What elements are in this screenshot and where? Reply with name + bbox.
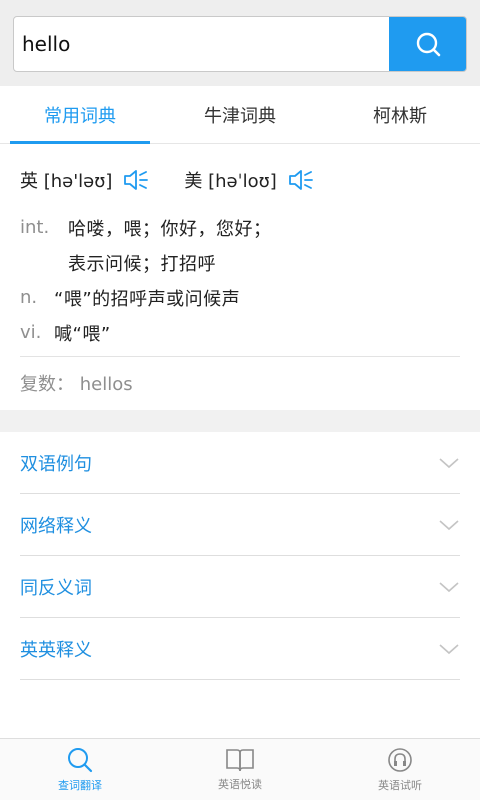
listen-icon (388, 748, 412, 772)
search-bar (0, 0, 480, 86)
dictionary-tabs: 常用词典 牛津词典 柯林斯 (0, 86, 480, 144)
definition-row: n. “喂”的招呼声或问候声 (20, 280, 460, 315)
definition-row: 表示问候；打招呼 (20, 245, 460, 280)
section-label: 同反义词 (20, 577, 92, 599)
section-bilingual-examples[interactable]: 双语例句 (20, 432, 460, 494)
section-label: 双语例句 (20, 453, 92, 475)
tab-label: 柯林斯 (373, 105, 427, 127)
search-button[interactable] (389, 17, 466, 71)
expandable-sections: 双语例句 网络释义 同反义词 英英释义 (0, 432, 480, 680)
search-icon (416, 32, 440, 57)
part-of-speech: n. (20, 287, 38, 308)
nav-label: 英语试听 (378, 779, 422, 792)
uk-phonetic-text: 英 [hə'ləʊ] (20, 171, 113, 192)
part-of-speech: int. (20, 217, 50, 238)
nav-label: 英语悦读 (218, 778, 262, 791)
section-label: 英英释义 (20, 639, 92, 661)
book-icon (226, 749, 254, 772)
section-english-definitions[interactable]: 英英释义 (20, 618, 460, 680)
bottom-nav: 查词翻译 英语悦读 英语试听 (0, 738, 480, 800)
tab-common-dictionary[interactable]: 常用词典 (0, 86, 160, 144)
divider (20, 356, 460, 357)
chevron-down-icon (438, 642, 460, 656)
definition-row: int. 哈喽，喂；你好，您好； (20, 210, 460, 245)
nav-label: 查词翻译 (58, 779, 102, 792)
phonetics: 英 [hə'ləʊ] 美 [həˈloʊ] (20, 164, 315, 196)
us-phonetic: 美 [həˈloʊ] (184, 167, 314, 193)
search-box (13, 16, 467, 72)
section-web-definitions[interactable]: 网络释义 (20, 494, 460, 556)
definition-text: 喊“喂” (54, 323, 111, 345)
uk-phonetic: 英 [hə'ləʊ] (20, 167, 150, 193)
speaker-icon[interactable] (287, 168, 315, 192)
nav-item-listening[interactable]: 英语试听 (320, 739, 480, 800)
definition-text: 哈喽，喂；你好，您好； (68, 218, 272, 240)
plural-form: 复数： hellos (20, 374, 133, 395)
chevron-down-icon (438, 456, 460, 470)
section-separator (0, 410, 480, 432)
tab-label: 牛津词典 (204, 105, 276, 127)
search-icon (68, 748, 93, 773)
definitions: int. 哈喽，喂；你好，您好； 表示问候；打招呼 n. “喂”的招呼声或问候声… (20, 210, 460, 350)
tab-oxford-dictionary[interactable]: 牛津词典 (160, 86, 320, 143)
definition-text: 表示问候；打招呼 (68, 253, 216, 275)
section-synonyms-antonyms[interactable]: 同反义词 (20, 556, 460, 618)
definition-row: vi. 喊“喂” (20, 315, 460, 350)
chevron-down-icon (438, 518, 460, 532)
tab-label: 常用词典 (44, 105, 116, 127)
part-of-speech: vi. (20, 322, 42, 343)
section-label: 网络释义 (20, 515, 92, 537)
definition-text: “喂”的招呼声或问候声 (54, 288, 241, 310)
us-phonetic-text: 美 [həˈloʊ] (184, 171, 277, 192)
nav-item-lookup[interactable]: 查词翻译 (0, 739, 160, 800)
tab-collins[interactable]: 柯林斯 (320, 86, 480, 143)
search-input[interactable] (14, 17, 390, 71)
nav-item-reading[interactable]: 英语悦读 (160, 739, 320, 800)
speaker-icon[interactable] (122, 168, 150, 192)
chevron-down-icon (438, 580, 460, 594)
